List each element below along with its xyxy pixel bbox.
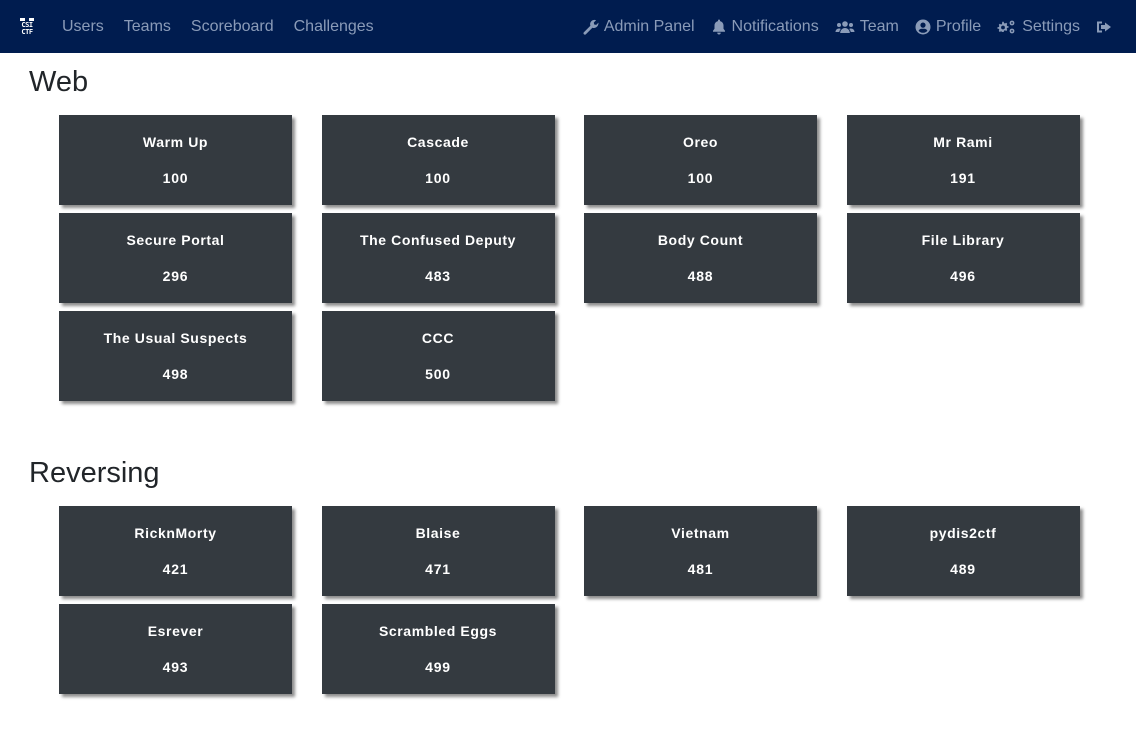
challenge-value: 500 <box>425 366 451 382</box>
challenge-value: 421 <box>162 561 189 577</box>
nav-settings-label: Settings <box>1022 17 1080 35</box>
challenge-card[interactable]: Scrambled Eggs 499 <box>321 604 555 694</box>
challenge-value: 481 <box>687 561 714 577</box>
challenge-name: Oreo <box>682 134 719 150</box>
nav-notifications[interactable]: Notifications <box>703 18 827 36</box>
challenge-value: 296 <box>162 268 189 284</box>
nav-settings[interactable]: Settings <box>989 18 1088 36</box>
nav-teams[interactable]: Teams <box>114 18 181 36</box>
challenge-name: Mr Rami <box>933 134 993 150</box>
challenge-card[interactable]: Esrever 493 <box>59 604 292 694</box>
user-circle-icon <box>915 19 931 35</box>
nav-left: Users Teams Scoreboard Challenges <box>52 0 384 53</box>
challenge-name: Cascade <box>407 134 469 150</box>
category-heading-reversing: Reversing <box>29 457 160 489</box>
challenge-value: 488 <box>687 268 714 284</box>
nav-logout[interactable] <box>1088 19 1120 35</box>
challenge-name: Blaise <box>415 525 461 541</box>
challenge-card[interactable]: Mr Rami 191 <box>846 115 1080 205</box>
challenge-card[interactable]: The Confused Deputy 483 <box>321 213 555 303</box>
challenge-card[interactable]: Body Count 488 <box>584 213 817 303</box>
challenge-card[interactable]: Cascade 100 <box>321 115 555 205</box>
nav-notifications-label: Notifications <box>731 17 819 35</box>
challenge-name: pydis2ctf <box>929 525 997 541</box>
challenge-value: 100 <box>162 170 189 186</box>
challenge-value: 100 <box>687 170 714 186</box>
challenge-name: Warm Up <box>142 134 209 150</box>
category-heading-web: Web <box>29 66 89 98</box>
nav-challenges[interactable]: Challenges <box>284 18 384 36</box>
challenge-name: Secure Portal <box>126 232 225 248</box>
challenge-name: The Usual Suspects <box>103 330 248 346</box>
sign-out-icon <box>1096 19 1112 35</box>
challenge-grid-reversing: RicknMorty 421 Blaise 471 Vietnam 481 pydis2ct… <box>59 506 1080 694</box>
nav-admin-panel-label: Admin Panel <box>603 17 695 35</box>
challenge-value: 498 <box>162 366 189 382</box>
navbar: CSI CTF Users Teams Scoreboard Challenge… <box>0 0 1136 53</box>
challenge-name: Esrever <box>147 623 204 639</box>
challenge-value: 499 <box>425 659 451 675</box>
challenge-name: File Library <box>921 232 1005 248</box>
challenge-card[interactable]: RicknMorty 421 <box>59 506 292 596</box>
nav-profile[interactable]: Profile <box>907 18 989 36</box>
challenge-value: 493 <box>162 659 189 675</box>
bell-icon <box>711 19 727 35</box>
challenge-name: Vietnam <box>671 525 730 541</box>
nav-scoreboard[interactable]: Scoreboard <box>181 18 284 36</box>
challenge-name: CCC <box>421 330 455 346</box>
nav-team-label: Team <box>859 17 899 35</box>
nav-users[interactable]: Users <box>52 18 114 36</box>
logo-line-2: CTF <box>21 27 33 36</box>
challenge-name: RicknMorty <box>134 525 217 541</box>
challenge-card[interactable]: File Library 496 <box>846 213 1080 303</box>
challenge-card[interactable]: Oreo 100 <box>584 115 817 205</box>
challenge-grid-web: Warm Up 100 Cascade 100 Oreo 100 Mr Rami 191 Sec… <box>59 115 1080 401</box>
challenge-value: 471 <box>425 561 451 577</box>
challenge-value: 191 <box>950 170 976 186</box>
challenge-card[interactable]: The Usual Suspects 498 <box>59 311 292 401</box>
challenge-name: Scrambled Eggs <box>378 623 498 639</box>
wrench-icon <box>583 19 599 35</box>
challenge-card[interactable]: pydis2ctf 489 <box>846 506 1080 596</box>
nav-team[interactable]: Team <box>827 18 907 36</box>
challenge-card[interactable]: Secure Portal 296 <box>59 213 292 303</box>
users-icon <box>835 19 855 35</box>
nav-profile-label: Profile <box>935 17 982 35</box>
challenge-card[interactable]: Blaise 471 <box>321 506 555 596</box>
nav-admin-panel[interactable]: Admin Panel <box>575 18 703 36</box>
challenge-value: 496 <box>950 268 976 284</box>
challenge-value: 100 <box>425 170 451 186</box>
nav-right: Admin Panel Notifications Team Profile S… <box>575 0 1120 53</box>
ctf-logo[interactable]: CSI CTF <box>17 15 37 38</box>
challenge-card[interactable]: CCC 500 <box>321 311 555 401</box>
challenge-card[interactable]: Warm Up 100 <box>59 115 292 205</box>
challenge-value: 483 <box>425 268 451 284</box>
challenge-card[interactable]: Vietnam 481 <box>584 506 817 596</box>
challenge-name: The Confused Deputy <box>359 232 517 248</box>
challenge-name: Body Count <box>657 232 744 248</box>
challenge-value: 489 <box>950 561 976 577</box>
cogs-icon <box>997 19 1017 35</box>
